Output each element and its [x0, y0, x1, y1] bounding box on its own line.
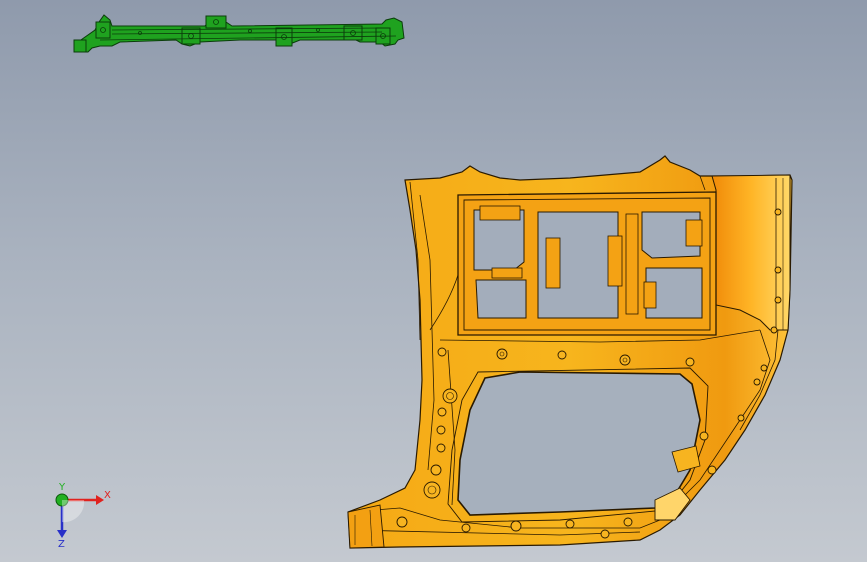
x-axis-label: X [104, 490, 111, 501]
y-axis-label: Y [58, 482, 66, 493]
z-axis-label: Z [58, 539, 65, 548]
reference-triad: X Y Z [44, 478, 114, 550]
side-panel-model[interactable] [0, 0, 867, 562]
graphics-viewport[interactable]: X Y Z [0, 0, 867, 562]
